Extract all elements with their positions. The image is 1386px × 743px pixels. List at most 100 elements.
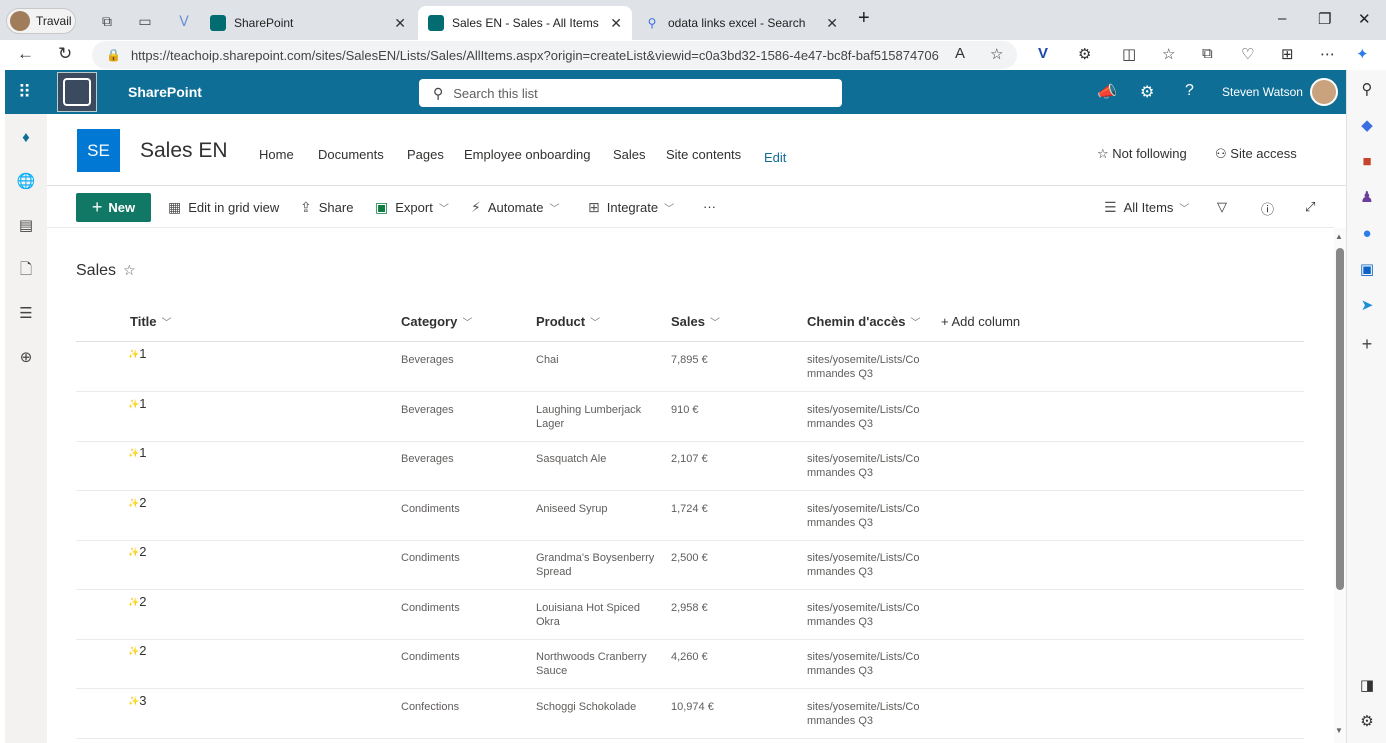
nav-edit-link[interactable]: Edit [764,150,786,165]
games-icon[interactable]: ♟ [1357,188,1377,208]
nav-pages[interactable]: Pages [407,147,444,162]
row-title-cell[interactable]: ✨2 [128,644,146,658]
follow-button[interactable]: ☆ Not following [1097,146,1187,162]
row-title-cell[interactable]: ✨1 [128,396,146,411]
row-title-cell[interactable]: ✨1 [128,347,146,361]
favorites-icon[interactable]: ☆ [1162,45,1175,63]
table-row[interactable]: ✨2 Condiments Northwoods Cranberry Sauce 4,… [76,639,1304,689]
add-sidebar-app-icon[interactable]: + [1357,334,1377,354]
vertical-scrollbar[interactable]: ▲ ▼ [1334,228,1346,743]
tab-sales-all-items[interactable]: Sales EN - Sales - All Items ✕ [418,6,632,40]
copilot-icon[interactable]: ✦ [1356,45,1369,63]
hide-sidebar-icon[interactable]: ◨ [1357,676,1377,696]
tab-actions-icon[interactable]: ▭ [136,12,154,30]
settings-gear-icon[interactable]: ⚙ [1140,82,1154,102]
filter-icon[interactable]: ▽ [1217,199,1227,215]
column-header-path[interactable]: Chemin d'accès ﹀ [807,314,920,329]
site-title[interactable]: Sales EN [140,139,228,163]
add-column-button[interactable]: + Add column [941,314,1020,329]
tools-briefcase-icon[interactable]: ■ [1357,152,1377,172]
url-field[interactable]: 🔒 https://teachoip.sharepoint.com/sites/… [92,41,1017,69]
minimize-icon[interactable]: – [1278,10,1286,27]
news-icon[interactable]: ▤ [16,216,36,236]
sharepoint-brand[interactable]: SharePoint [128,84,202,100]
drop-icon[interactable]: ➤ [1357,296,1377,316]
row-title-text[interactable]: 2 [139,495,146,510]
close-tab-icon[interactable]: ✕ [394,15,406,32]
row-title-cell[interactable]: ✨2 [128,495,146,510]
table-row[interactable]: ✨3 Confections Schoggi Schokolade 10,974 € s… [76,689,1304,739]
info-icon[interactable]: ⓘ [1261,199,1274,218]
pinned-tab-icon[interactable]: Ⅴ [175,12,193,30]
create-icon[interactable]: ⊕ [16,348,36,368]
home-viva-icon[interactable]: ♦ [16,128,36,148]
nav-home[interactable]: Home [259,147,294,162]
column-header-sales[interactable]: Sales ﹀ [671,314,720,329]
more-commands-button[interactable]: ··· [703,199,716,214]
tab-sharepoint[interactable]: SharePoint ✕ [200,6,416,40]
tab-odata-search[interactable]: ⚲ odata links excel - Search ✕ [634,6,848,40]
profile-button[interactable]: Travail [6,8,76,34]
table-row[interactable]: ✨1 Beverages Chai 7,895 € sites/yosemite/Lis… [76,342,1304,392]
column-header-product[interactable]: Product ﹀ [536,314,600,329]
column-header-category[interactable]: Category ﹀ [401,314,472,329]
more-menu-icon[interactable]: ⋯ [1320,45,1335,63]
row-title-text[interactable]: 1 [139,445,146,460]
maximize-icon[interactable]: ❐ [1318,10,1331,28]
row-title-text[interactable]: 2 [139,544,146,559]
extension-v-icon[interactable]: V [1038,45,1048,62]
row-title-cell[interactable]: ✨2 [128,594,146,609]
sidebar-settings-icon[interactable]: ⚙ [1357,712,1377,732]
table-row[interactable]: ✨2 Condiments Grandma's Boysenberry Spread… [76,540,1304,590]
scroll-up-icon[interactable]: ▲ [1335,232,1343,241]
split-screen-icon[interactable]: ◫ [1122,45,1136,63]
share-button[interactable]: ⇪ Share [300,199,353,216]
apps-icon[interactable]: ⊞ [1281,45,1294,63]
row-title-text[interactable]: 3 [139,693,146,708]
megaphone-icon[interactable]: 📣 [1097,82,1117,102]
row-title-text[interactable]: 2 [139,643,146,658]
table-row[interactable]: ✨1 Beverages Sasquatch Ale 2,107 € sites/yos… [76,441,1304,491]
lists-icon[interactable]: ☰ [16,304,36,324]
integrate-button[interactable]: ⊞ Integrate ﹀ [588,199,674,216]
new-tab-icon[interactable]: + [858,7,870,30]
scroll-thumb[interactable] [1336,248,1344,590]
table-row[interactable]: ✨2 Condiments Louisiana Hot Spiced Okra 2,9… [76,590,1304,640]
site-access-button[interactable]: ⚇ Site access [1215,146,1297,162]
user-avatar[interactable] [1310,78,1338,106]
search-icon[interactable]: ⚲ [1357,80,1377,100]
close-tab-icon[interactable]: ✕ [610,15,622,32]
favorite-star-icon[interactable]: ☆ [990,45,1003,63]
automate-button[interactable]: ⚡ Automate ﹀ [471,199,560,216]
collections-icon[interactable]: ⧉ [1202,45,1213,62]
column-header-title[interactable]: Title ﹀ [130,314,172,329]
expand-icon[interactable]: ⤢ [1305,199,1315,215]
nav-documents[interactable]: Documents [318,147,384,162]
nav-sales[interactable]: Sales [613,147,646,162]
close-window-icon[interactable]: ✕ [1358,10,1371,28]
row-title-cell[interactable]: ✨3 [128,693,146,708]
row-title-cell[interactable]: ✨1 [128,446,146,460]
shopping-tag-icon[interactable]: ◆ [1357,116,1377,136]
extensions-icon[interactable]: ⚙ [1078,45,1091,63]
back-icon[interactable]: ← [17,44,34,64]
microsoft-365-icon[interactable]: ● [1357,224,1377,244]
view-selector[interactable]: ☰ All Items ﹀ [1104,199,1189,216]
nav-employee-onboarding[interactable]: Employee onboarding [464,147,590,162]
search-list-box[interactable]: ⚲ Search this list [419,79,842,107]
favorite-list-star-icon[interactable]: ☆ [123,262,136,279]
row-title-text[interactable]: 1 [139,396,146,411]
org-logo[interactable] [57,72,97,112]
edit-grid-view-button[interactable]: ▦ Edit in grid view [168,199,279,216]
table-row[interactable]: ✨1 Beverages Laughing Lumberjack Lager 910 … [76,392,1304,442]
workspaces-icon[interactable]: ⧉ [98,12,116,30]
row-title-text[interactable]: 1 [139,346,146,361]
scroll-down-icon[interactable]: ▼ [1335,726,1343,735]
table-row[interactable]: ✨2 Condiments Aniseed Syrup 1,724 € sites/yo… [76,491,1304,541]
row-title-cell[interactable]: ✨2 [128,545,146,559]
read-aloud-icon[interactable]: A [955,45,965,62]
files-icon[interactable]: 🗋 [16,260,36,280]
globe-sites-icon[interactable]: 🌐 [16,172,36,192]
browser-essentials-icon[interactable]: ♡ [1241,45,1254,63]
row-title-text[interactable]: 2 [139,594,146,609]
